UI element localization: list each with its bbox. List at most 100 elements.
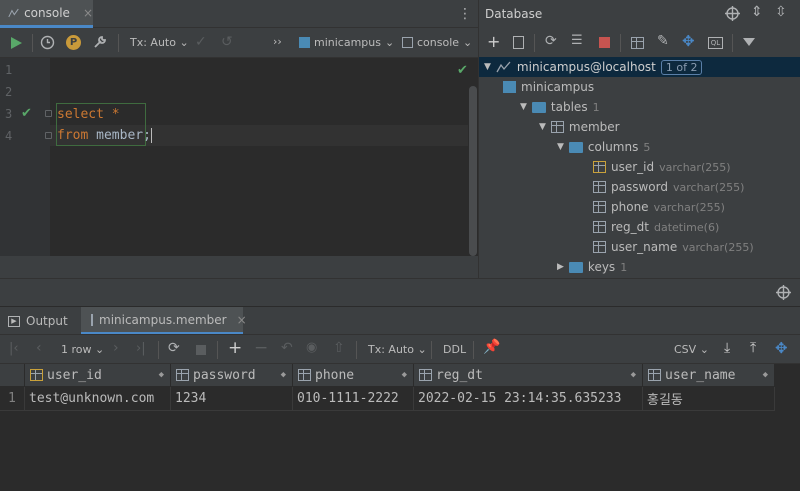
tree-node-column[interactable]: password varchar(255): [593, 177, 744, 197]
submit-icon[interactable]: ⇧: [333, 340, 345, 356]
column-header-password[interactable]: password ◆: [171, 364, 293, 386]
sort-icon[interactable]: ◆: [402, 370, 407, 380]
first-page-icon[interactable]: |‹: [9, 341, 19, 356]
folder-icon: [568, 141, 583, 153]
collapse-all-icon[interactable]: ⇳: [775, 4, 787, 20]
tab-result-member[interactable]: minicampus.member ×: [81, 307, 247, 335]
tree-node-keys[interactable]: ▶ keys 1: [557, 257, 627, 277]
preview-icon[interactable]: ◉: [306, 340, 317, 355]
line-number: 4: [5, 129, 13, 143]
tree-node-table-member[interactable]: ▼ member: [539, 117, 620, 137]
close-tab-icon[interactable]: ×: [83, 6, 93, 20]
column-icon: [648, 369, 661, 381]
sort-icon[interactable]: ◆: [763, 370, 768, 380]
copy-icon[interactable]: [513, 36, 524, 49]
reload-icon[interactable]: ⟳: [168, 340, 180, 356]
tree-node-schema[interactable]: minicampus: [503, 77, 594, 97]
run-icon[interactable]: [11, 37, 22, 49]
grid-corner: [0, 364, 25, 386]
table-icon: [91, 313, 93, 326]
revert-icon[interactable]: ↶: [281, 340, 293, 356]
cell-password[interactable]: 1234: [171, 387, 293, 411]
expand-all-icon[interactable]: ⇕: [751, 4, 763, 20]
cell-user-id[interactable]: test@unknown.com: [25, 387, 171, 411]
previous-page-icon[interactable]: ‹: [36, 340, 42, 356]
add-icon[interactable]: +: [487, 32, 500, 51]
upload-icon[interactable]: ⤒: [750, 340, 756, 356]
toolbar-overflow-icon[interactable]: ››: [273, 35, 282, 48]
connection-badge[interactable]: 1 of 2: [660, 59, 703, 75]
compare-icon[interactable]: ✥: [775, 339, 788, 357]
pin-tab-icon[interactable]: 📌: [483, 339, 500, 355]
tab-console[interactable]: console ×: [0, 0, 93, 28]
column-icon: [298, 369, 311, 381]
sort-icon[interactable]: ◆: [159, 370, 164, 380]
more-options-icon[interactable]: ⋮: [458, 6, 472, 22]
sql-identifier: member;: [88, 128, 151, 143]
tx-mode-dropdown[interactable]: Tx: Auto ⌄: [130, 36, 189, 49]
next-page-icon[interactable]: ›: [113, 340, 119, 356]
table-view-icon[interactable]: [631, 37, 644, 49]
fold-marker-icon[interactable]: [45, 110, 52, 117]
folder-icon: [568, 261, 583, 273]
last-page-icon[interactable]: ›|: [136, 341, 146, 356]
locate-target-icon[interactable]: [776, 285, 791, 300]
row-number[interactable]: 1: [0, 387, 25, 411]
tree-node-column[interactable]: phone varchar(255): [593, 197, 725, 217]
parameters-icon[interactable]: P: [66, 35, 81, 50]
cell-phone[interactable]: 010-1111-2222: [293, 387, 414, 411]
tx-mode-dropdown[interactable]: Tx: Auto ⌄: [368, 343, 427, 356]
schema-selector[interactable]: minicampus ⌄: [299, 36, 394, 49]
tree-node-columns[interactable]: ▼ columns 5: [557, 137, 650, 157]
jump-to-source-icon[interactable]: ✥: [682, 32, 695, 50]
column-header-user-id[interactable]: user_id ◆: [25, 364, 171, 386]
cancel-query-icon[interactable]: [196, 345, 206, 355]
edit-icon[interactable]: ✎: [657, 33, 669, 49]
column-header-label: reg_dt: [436, 367, 483, 383]
tree-node-column[interactable]: user_name varchar(255): [593, 237, 754, 257]
sql-editor[interactable]: [0, 58, 478, 256]
export-format-dropdown[interactable]: CSV ⌄: [674, 343, 709, 356]
code-line-2[interactable]: from member;: [57, 128, 152, 143]
tree-node-column[interactable]: reg_dt datetime(6): [593, 217, 719, 237]
rollback-icon[interactable]: ↺: [221, 34, 233, 50]
column-icon: [593, 181, 606, 193]
editor-toolbar: P Tx: Auto ⌄ ✓ ↺ ›› minicampus ⌄ console ⌄: [0, 28, 478, 58]
connection-icon: [496, 61, 511, 73]
cell-user-name[interactable]: 홍길동: [643, 387, 775, 411]
console-selector-icon: [402, 37, 413, 48]
row-count-dropdown[interactable]: 1 row ⌄: [61, 343, 104, 356]
locate-target-icon[interactable]: [725, 6, 740, 21]
download-icon[interactable]: ⤓: [724, 340, 730, 356]
delete-row-icon[interactable]: −: [254, 338, 268, 358]
tab-output[interactable]: ▶ Output: [8, 307, 68, 335]
text-cursor: [150, 128, 152, 143]
column-header-phone[interactable]: phone ◆: [293, 364, 414, 386]
sort-icon[interactable]: ◆: [281, 370, 286, 380]
tree-node-tables[interactable]: ▼ tables 1: [520, 97, 600, 117]
column-header-user-name[interactable]: user_name ◆: [643, 364, 775, 386]
stop-icon[interactable]: [599, 37, 610, 48]
fold-marker-icon[interactable]: [45, 132, 52, 139]
settings-wrench-icon[interactable]: [92, 34, 108, 50]
filter-icon[interactable]: [743, 38, 755, 46]
add-row-icon[interactable]: +: [228, 338, 242, 358]
column-header-reg-dt[interactable]: reg_dt ◆: [414, 364, 643, 386]
cell-reg-dt[interactable]: 2022-02-15 23:14:35.635233: [414, 387, 643, 411]
schema-label: minicampus: [314, 36, 381, 49]
code-line-1[interactable]: select *: [57, 107, 120, 122]
sql-console-icon[interactable]: QL: [708, 37, 723, 49]
column-type: varchar(255): [653, 200, 725, 214]
refresh-icon[interactable]: ⟳: [545, 33, 557, 49]
editor-scrollbar-thumb[interactable]: [469, 86, 477, 256]
column-icon: [593, 201, 606, 213]
close-tab-icon[interactable]: ×: [237, 313, 247, 327]
history-icon[interactable]: [40, 35, 55, 50]
commit-icon[interactable]: ✓: [195, 34, 207, 50]
properties-icon[interactable]: ☰: [571, 33, 583, 48]
tree-node-column[interactable]: user_id varchar(255): [593, 157, 731, 177]
tree-node-connection[interactable]: ▼ minicampus@localhost 1 of 2: [484, 57, 703, 77]
ddl-button[interactable]: DDL: [443, 343, 466, 356]
sort-icon[interactable]: ◆: [631, 370, 636, 380]
console-selector[interactable]: console ⌄: [402, 36, 472, 49]
